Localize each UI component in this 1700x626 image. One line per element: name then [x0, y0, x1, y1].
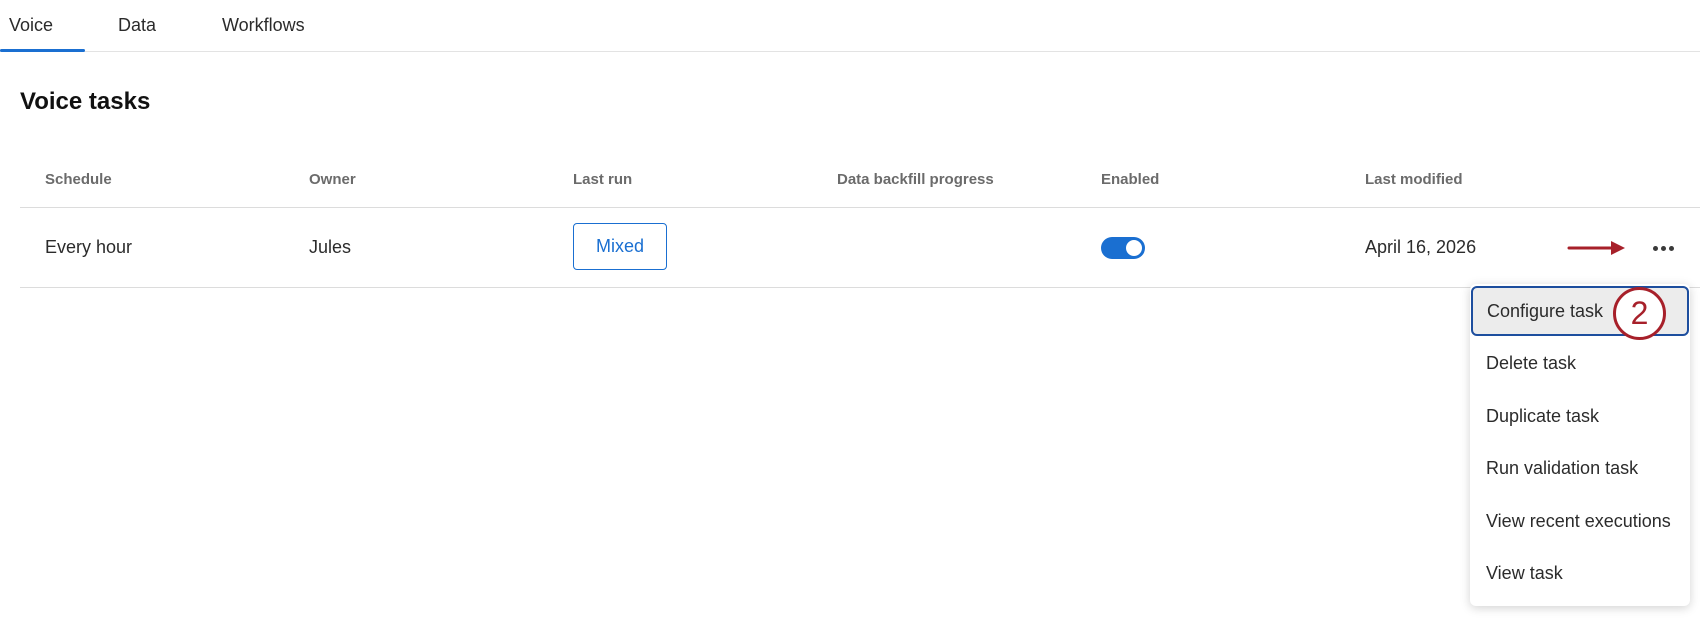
- tab-voice[interactable]: Voice: [9, 15, 53, 36]
- annotation-arrow-icon: [1567, 241, 1625, 255]
- menu-item-view-recent-executions[interactable]: View recent executions: [1470, 496, 1690, 546]
- column-header-owner[interactable]: Owner: [309, 171, 356, 188]
- tab-bar: Voice Data Workflows: [0, 0, 1700, 52]
- menu-item-duplicate-task[interactable]: Duplicate task: [1470, 391, 1690, 441]
- table-row: Every hour Jules Mixed April 16, 2026: [20, 208, 1700, 288]
- enabled-toggle[interactable]: [1101, 237, 1145, 259]
- menu-item-delete-task[interactable]: Delete task: [1470, 338, 1690, 388]
- step-callout-badge: 2: [1613, 287, 1666, 340]
- menu-item-run-validation-task[interactable]: Run validation task: [1470, 443, 1690, 493]
- column-header-last-modified[interactable]: Last modified: [1365, 171, 1463, 188]
- column-header-enabled[interactable]: Enabled: [1101, 171, 1159, 188]
- toggle-knob: [1126, 240, 1142, 256]
- tasks-table: Schedule Owner Last run Data backfill pr…: [20, 150, 1700, 288]
- page-title: Voice tasks: [20, 88, 151, 115]
- tab-data[interactable]: Data: [118, 15, 156, 36]
- last-run-status-button[interactable]: Mixed: [573, 223, 667, 270]
- schedule-cell: Every hour: [45, 237, 133, 257]
- ellipsis-icon: [1652, 245, 1658, 251]
- last-modified-cell: April 16, 2026: [1365, 237, 1477, 257]
- owner-cell: Jules: [309, 237, 352, 257]
- column-header-schedule[interactable]: Schedule: [45, 171, 112, 188]
- column-header-data-backfill-progress[interactable]: Data backfill progress: [837, 171, 994, 188]
- table-header: Schedule Owner Last run Data backfill pr…: [20, 150, 1700, 208]
- tab-workflows[interactable]: Workflows: [222, 15, 305, 36]
- menu-item-view-task[interactable]: View task: [1470, 548, 1690, 598]
- active-tab-indicator: [0, 49, 85, 52]
- column-header-last-run[interactable]: Last run: [573, 171, 632, 188]
- more-actions-button[interactable]: [1648, 236, 1678, 260]
